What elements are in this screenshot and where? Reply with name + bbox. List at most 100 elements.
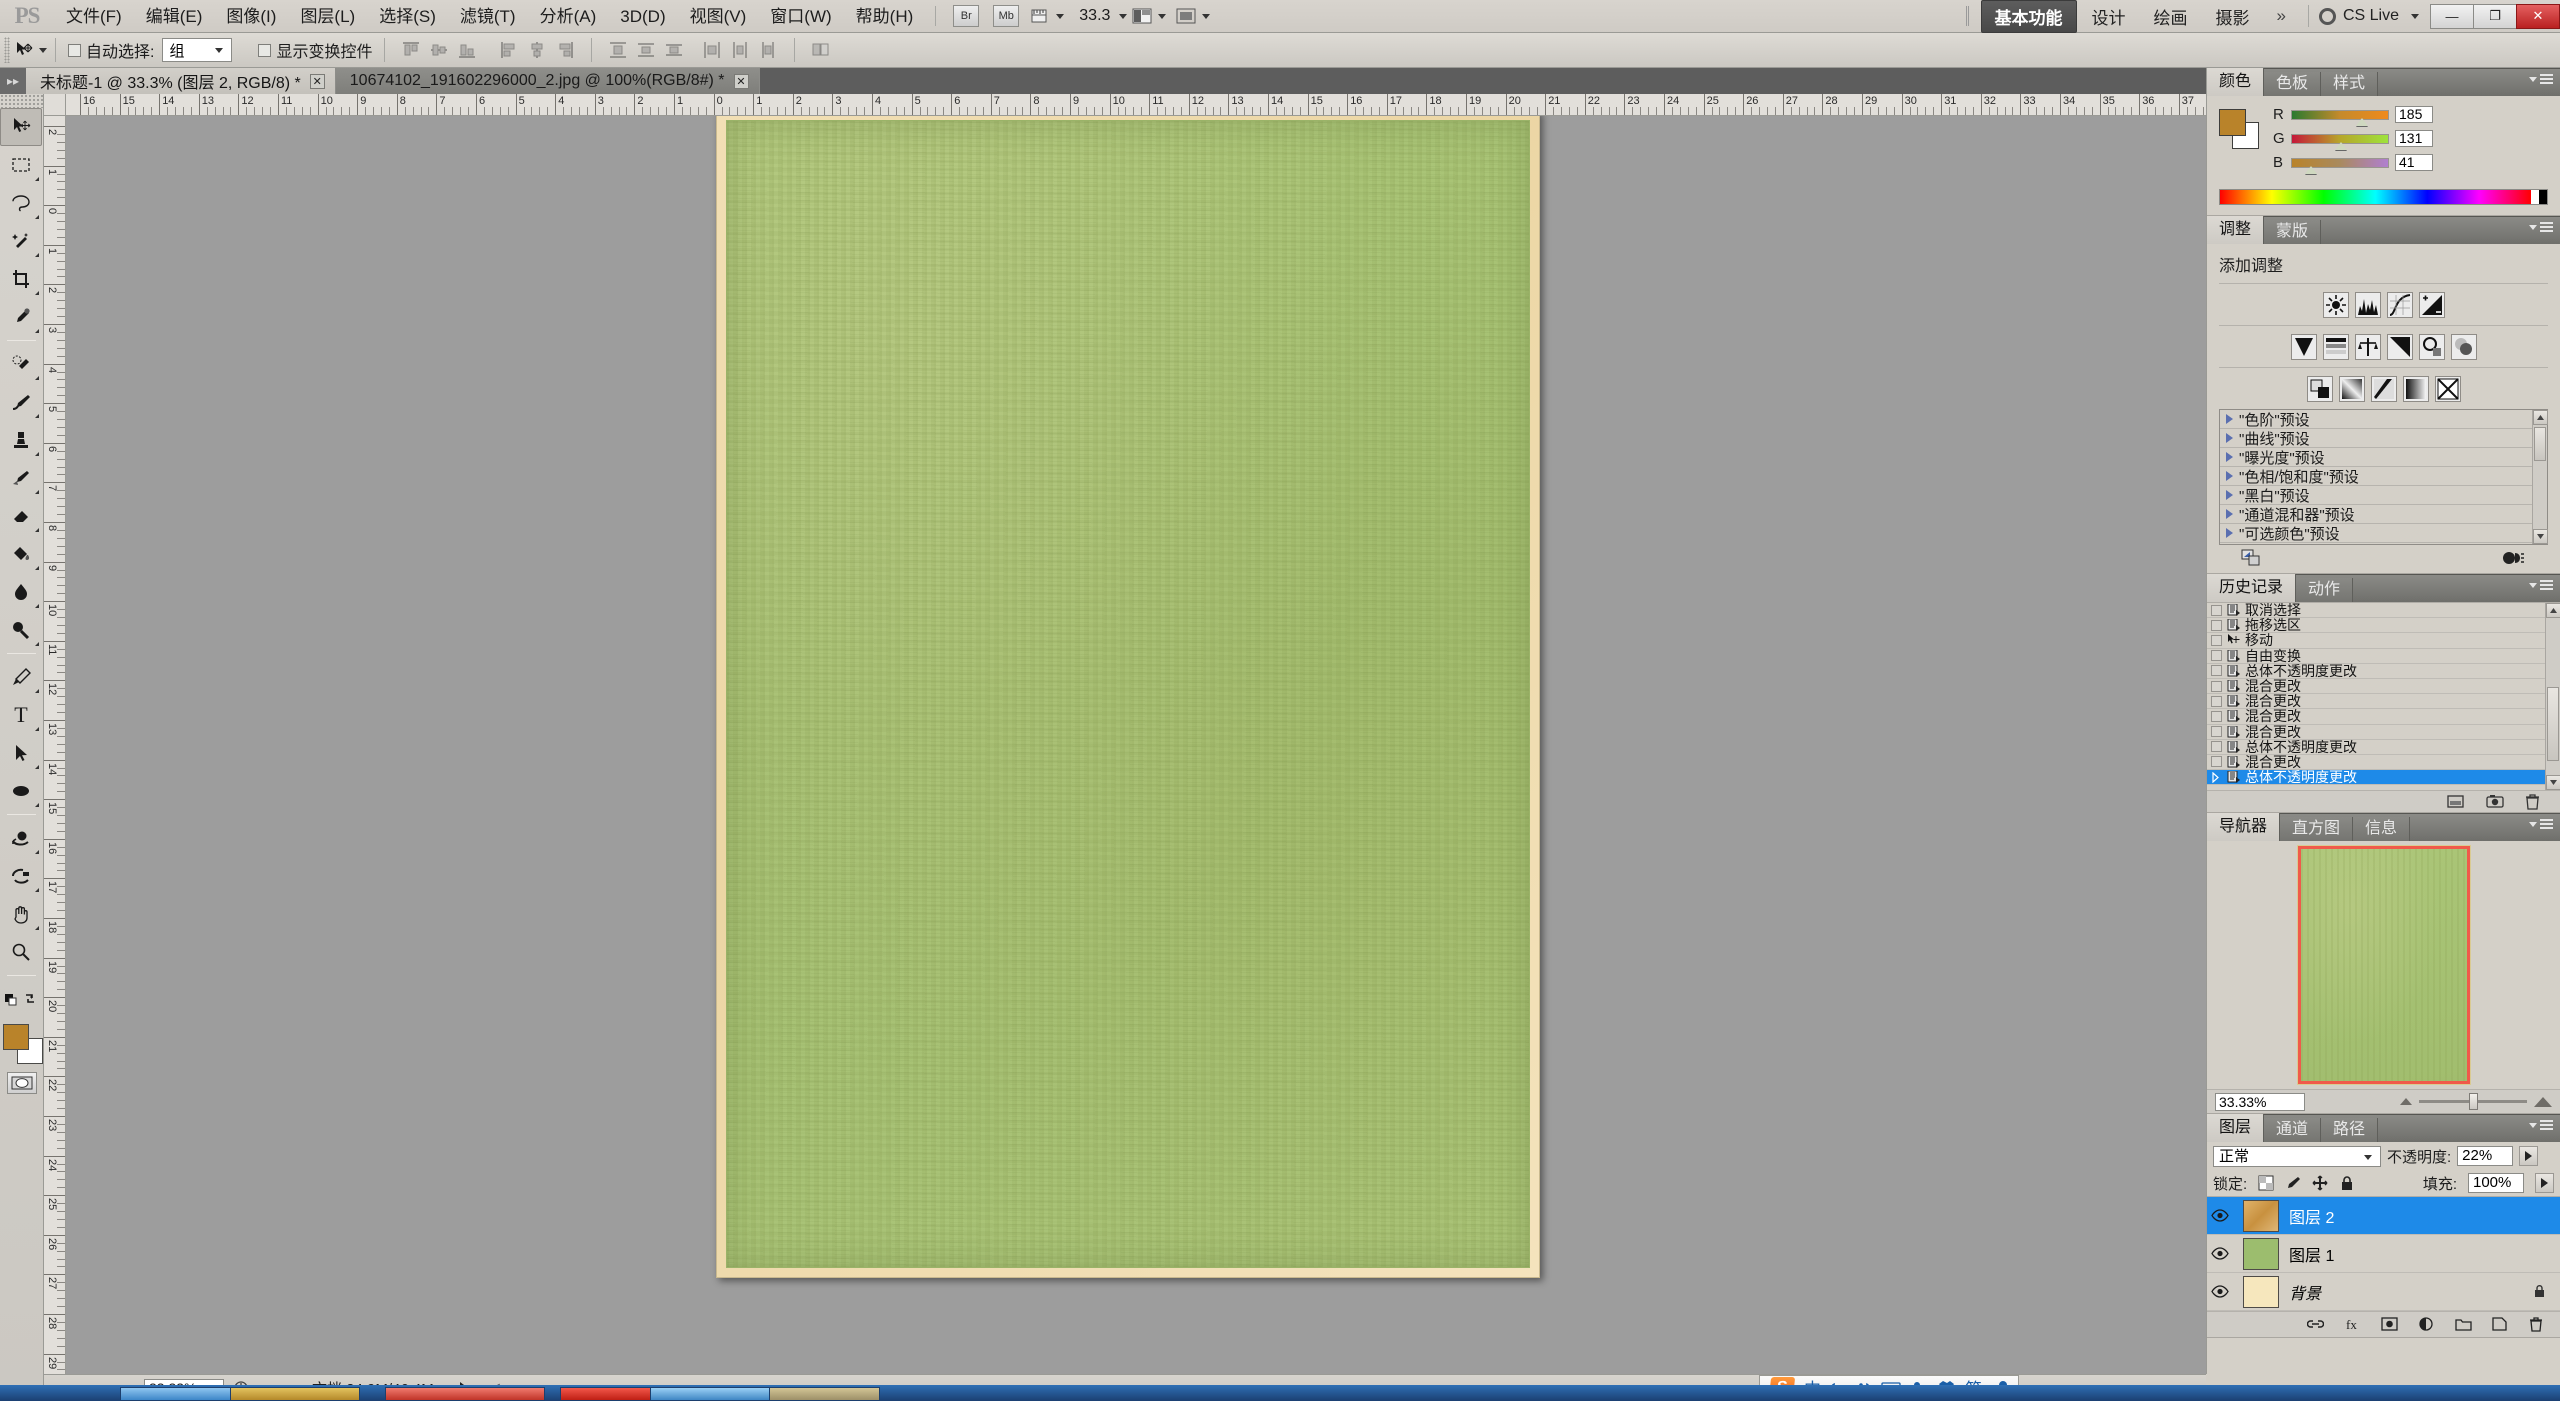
navigator-panel-menu-button[interactable] xyxy=(2529,819,2553,829)
opacity-field[interactable]: 22% xyxy=(2457,1146,2514,1166)
foreground-color-swatch[interactable] xyxy=(3,1024,29,1050)
distribute-horizontal-centers-icon[interactable] xyxy=(729,39,751,61)
layer-thumbnail[interactable] xyxy=(2243,1275,2279,1308)
layer-visibility-icon[interactable] xyxy=(2207,1285,2233,1298)
zoom-in-icon[interactable] xyxy=(2534,1096,2552,1107)
preset-row[interactable]: "色相/饱和度"预设 xyxy=(2220,467,2532,486)
navigator-preview[interactable] xyxy=(2207,841,2560,1089)
exposure-icon[interactable] xyxy=(2418,292,2445,318)
launch-bridge-button[interactable]: Br xyxy=(953,5,980,27)
eyedropper-tool[interactable] xyxy=(0,298,42,336)
paint-bucket-tool[interactable] xyxy=(0,535,42,573)
document-tab-untitled-1[interactable]: 未标题-1 @ 33.3% (图层 2, RGB/8) * ✕ xyxy=(26,68,336,94)
brush-tool[interactable] xyxy=(0,383,42,421)
close-icon[interactable]: ✕ xyxy=(309,73,325,89)
blend-mode-dropdown[interactable]: 正常 xyxy=(2213,1145,2381,1167)
cs-live-button[interactable]: CS Live xyxy=(2318,7,2427,25)
red-slider[interactable] xyxy=(2291,109,2389,126)
menu-file[interactable]: 文件(F) xyxy=(54,1,134,32)
add-layer-mask-icon[interactable] xyxy=(2381,1317,2398,1332)
threshold-icon[interactable] xyxy=(2370,376,2397,402)
taskbar-item[interactable] xyxy=(230,1387,360,1401)
tab-styles[interactable]: 样式 xyxy=(2321,72,2379,96)
tools-panel-grip[interactable] xyxy=(0,94,43,108)
taskbar-item[interactable] xyxy=(385,1387,545,1401)
green-slider[interactable] xyxy=(2291,133,2389,150)
tab-swatches[interactable]: 色板 xyxy=(2264,72,2322,96)
color-panel-menu-button[interactable] xyxy=(2529,74,2553,84)
history-source-checkbox[interactable] xyxy=(2211,665,2222,677)
lock-position-icon[interactable] xyxy=(2312,1175,2328,1191)
pen-tool[interactable] xyxy=(0,658,42,696)
hand-tool[interactable] xyxy=(0,895,42,933)
layer-visibility-icon[interactable] xyxy=(2207,1247,2233,1260)
toggle-layer-visibility-icon[interactable] xyxy=(2502,550,2526,566)
auto-select-checkbox[interactable] xyxy=(68,43,81,57)
minimize-button[interactable]: — xyxy=(2430,3,2474,29)
arrange-documents-button[interactable] xyxy=(1132,7,1167,25)
history-source-checkbox[interactable] xyxy=(2211,650,2222,662)
taskbar-item[interactable] xyxy=(650,1387,770,1401)
document-window[interactable] xyxy=(716,116,1540,1278)
gradient-map-icon[interactable] xyxy=(2402,376,2429,402)
preset-row[interactable]: "色阶"预设 xyxy=(2220,410,2532,429)
scroll-up-icon[interactable] xyxy=(2546,603,2560,618)
workspace-tab-painting[interactable]: 绘画 xyxy=(2141,0,2201,33)
align-left-edges-icon[interactable] xyxy=(498,39,520,61)
history-source-checkbox[interactable] xyxy=(2211,741,2222,753)
add-layer-style-icon[interactable]: fx xyxy=(2344,1317,2361,1332)
layer-name[interactable]: 背景 xyxy=(2289,1280,2321,1304)
close-icon[interactable]: ✕ xyxy=(733,73,749,89)
adjustment-presets-list[interactable]: "色阶"预设 "曲线"预设 "曝光度"预设 "色相/饱和度"预设 "黑白"预设 … xyxy=(2219,409,2548,545)
launch-mini-bridge-button[interactable]: Mb xyxy=(993,5,1020,27)
curves-icon[interactable] xyxy=(2386,292,2413,318)
return-to-adjustment-list-icon[interactable] xyxy=(2241,549,2261,567)
layer-row-图层-2[interactable]: 图层 2 xyxy=(2207,1197,2560,1235)
zoom-slider-handle[interactable] xyxy=(2469,1093,2478,1110)
document-tab-jpg[interactable]: 10674102_191602296000_2.jpg @ 100%(RGB/8… xyxy=(335,68,760,94)
quick-mask-button[interactable] xyxy=(6,1072,37,1094)
align-top-edges-icon[interactable] xyxy=(400,39,422,61)
vibrance-icon[interactable] xyxy=(2290,334,2317,360)
blue-slider-knob[interactable] xyxy=(2305,165,2317,174)
menu-layer[interactable]: 图层(L) xyxy=(288,1,367,32)
zoom-tool[interactable] xyxy=(0,933,42,971)
zoom-out-icon[interactable] xyxy=(2400,1098,2412,1105)
lock-transparent-pixels-icon[interactable] xyxy=(2258,1175,2274,1191)
scroll-up-icon[interactable] xyxy=(2533,410,2548,425)
zoom-slider-track[interactable] xyxy=(2419,1093,2527,1110)
workspace-more-button[interactable]: » xyxy=(2265,6,2298,26)
menu-help[interactable]: 帮助(H) xyxy=(844,1,926,32)
layer-thumbnail[interactable] xyxy=(2243,1237,2279,1270)
tab-history[interactable]: 历史记录 xyxy=(2207,574,2297,602)
navigator-zoom-field[interactable]: 33.33% xyxy=(2215,1092,2305,1111)
new-layer-icon[interactable] xyxy=(2492,1317,2509,1332)
rectangular-marquee-tool[interactable] xyxy=(0,146,42,184)
green-slider-knob[interactable] xyxy=(2335,141,2347,150)
presets-scrollbar[interactable] xyxy=(2532,410,2548,544)
show-transform-controls-checkbox[interactable] xyxy=(258,43,272,57)
workspace-tab-essentials[interactable]: 基本功能 xyxy=(1980,0,2077,33)
history-row[interactable]: 总体不透明度更改 xyxy=(2207,769,2545,786)
lock-all-icon[interactable] xyxy=(2339,1175,2355,1191)
menu-3d[interactable]: 3D(D) xyxy=(608,1,677,32)
invert-icon[interactable] xyxy=(2306,376,2333,402)
distribute-vertical-centers-icon[interactable] xyxy=(635,39,657,61)
tab-navigator[interactable]: 导航器 xyxy=(2207,813,2281,841)
history-panel-menu-button[interactable] xyxy=(2529,580,2553,590)
restore-button[interactable]: ❐ xyxy=(2473,3,2517,29)
blur-tool[interactable] xyxy=(0,573,42,611)
foreground-color-swatch[interactable] xyxy=(2219,109,2246,136)
navigator-zoom-slider[interactable] xyxy=(2313,1093,2552,1110)
workspace-tab-design[interactable]: 设计 xyxy=(2079,0,2139,33)
preset-row[interactable]: "黑白"预设 xyxy=(2220,486,2532,505)
align-bottom-edges-icon[interactable] xyxy=(456,39,478,61)
zoom-level-value[interactable]: 33.3 xyxy=(1079,7,1110,25)
scrollbar-thumb[interactable] xyxy=(2547,687,2559,761)
document-image-green-paper[interactable] xyxy=(726,120,1530,1268)
3d-camera-rotate-tool[interactable] xyxy=(0,857,42,895)
new-adjustment-layer-icon[interactable] xyxy=(2418,1317,2435,1332)
tab-color[interactable]: 颜色 xyxy=(2207,68,2265,96)
layer-name[interactable]: 图层 1 xyxy=(2289,1242,2334,1266)
ruler-origin[interactable] xyxy=(44,94,66,116)
